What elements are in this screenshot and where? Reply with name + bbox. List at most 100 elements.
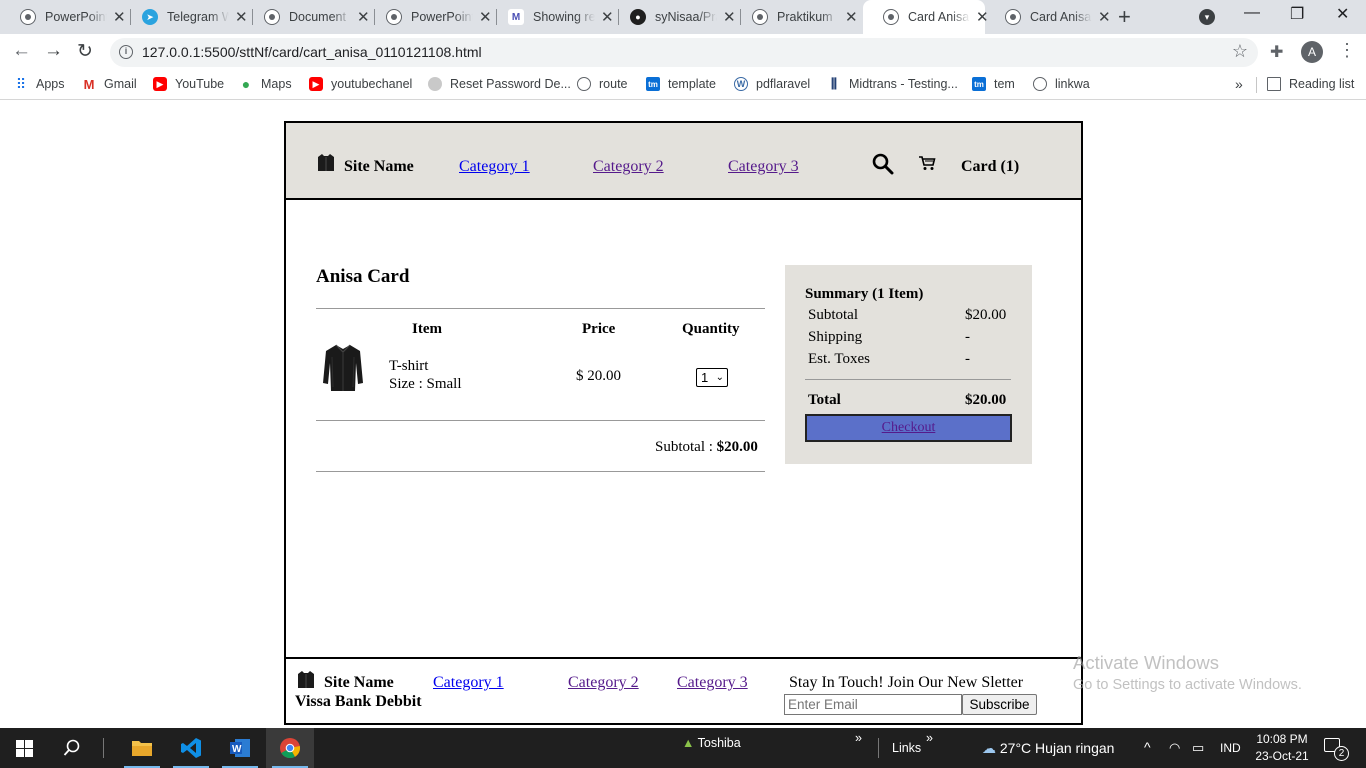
footer-site-name[interactable]: Site Name [324,674,394,692]
battery-icon[interactable]: ▭ [1192,740,1204,756]
bookmark-reset-password[interactable]: Reset Password De... [428,77,571,91]
globe-icon [264,9,280,25]
bookmark-midtrans[interactable]: ⫼ Midtrans - Testing... [827,76,958,91]
back-arrow-icon[interactable]: ← [12,40,31,62]
bookmark-maps[interactable]: ● Maps [239,76,292,92]
bookmark-route[interactable]: route [577,77,628,91]
browser-tab[interactable]: Document ✕ [244,0,374,34]
url-text[interactable]: 127.0.0.1:5500/sttNf/card/cart_anisa_011… [142,44,482,60]
cart-icon[interactable] [918,154,936,172]
show-hidden-icons-chevron[interactable]: ^ [1144,739,1151,755]
browser-tab[interactable]: PowerPoint ✕ [0,0,130,34]
tab-title: Telegram Web [167,10,229,24]
subtotal-label: Subtotal : [655,439,713,455]
chevron-up-icon[interactable]: » [855,731,862,745]
bookmark-star-icon[interactable]: ☆ [1232,41,1248,62]
subscribe-button[interactable]: Subscribe [962,694,1037,715]
summary-shipping-label: Shipping [808,329,863,345]
chevron-icon[interactable]: » [926,731,933,745]
windows-start-icon[interactable] [0,728,48,768]
tab-search-icon[interactable]: ▾ [1199,9,1215,25]
order-summary: Summary (1 Item) Subtotal $20.00 Shippin… [785,265,1032,464]
cart-subtotal: Subtotal : $20.00 [655,439,758,456]
browser-tab[interactable]: PowerPoint ✕ [366,0,496,34]
footer-category-1[interactable]: Category 1 [433,674,504,692]
shirt-logo-icon [298,671,314,688]
bookmark-template[interactable]: tm template [646,77,716,91]
close-icon[interactable]: ✕ [1098,10,1111,25]
gmail-icon: M [83,76,95,92]
notification-count-badge: 2 [1334,746,1349,761]
checkout-button[interactable]: Checkout [805,414,1012,442]
footer-category-2[interactable]: Category 2 [568,674,639,692]
more-menu-icon[interactable]: ⋮ [1338,40,1356,61]
word-icon[interactable]: W [216,728,264,768]
input-language[interactable]: IND [1220,741,1241,755]
browser-tab[interactable]: M Showing results ✕ [488,0,618,34]
cloud-rain-icon: ☁ [982,740,996,756]
subtotal-value: $20.00 [716,439,758,455]
forward-arrow-icon[interactable]: → [44,40,63,62]
maps-pin-icon: ● [241,76,251,92]
weather-widget[interactable]: ☁ 27°C Hujan ringan [982,740,1114,757]
nav-category-2[interactable]: Category 2 [593,158,664,176]
site-name[interactable]: Site Name [344,158,414,176]
checkout-link[interactable]: Checkout [882,420,936,435]
tab-title: Praktikum [777,10,833,24]
bookmarks-bar: ⠿ Apps M Gmail ▶ YouTube ● Maps ▶ youtubechan… [0,70,1366,100]
nav-category-3[interactable]: Category 3 [728,158,799,176]
bookmark-youtube[interactable]: ▶ YouTube [153,77,224,91]
bookmark-pdflaravel[interactable]: Wpdflaravel [734,77,810,91]
chrome-icon[interactable] [266,728,314,768]
browser-tab[interactable]: ➤ Telegram Web ✕ [122,0,252,34]
minimize-icon[interactable]: — [1244,4,1260,22]
tm-icon: tm [646,77,660,91]
divider [316,308,765,309]
toshiba-label[interactable]: ▲ Toshiba [682,736,741,750]
email-input[interactable]: Enter Email [784,694,962,715]
search-icon[interactable] [48,728,96,768]
reading-list[interactable]: Reading list [1267,77,1354,91]
chevron-down-icon: ⌄ [715,372,724,383]
search-icon[interactable] [872,153,894,175]
bookmark-youtubechanel[interactable]: ▶ youtubechanel [309,77,412,91]
file-explorer-icon[interactable] [118,728,166,768]
summary-taxes-value: - [965,351,970,367]
close-icon[interactable]: ✕ [845,10,858,25]
bookmark-linkwa[interactable]: linkwa [1033,77,1090,91]
links-toolbar[interactable]: Links [892,741,921,755]
new-tab-plus-icon[interactable]: + [1118,4,1131,30]
column-header-price: Price [582,321,616,337]
clock[interactable]: 10:08 PM 23-Oct-21 [1252,731,1312,765]
site-container: Site Name Category 1 Category 2 Category… [284,121,1083,725]
summary-subtotal-label: Subtotal [808,307,859,323]
browser-tab[interactable]: ● syNisaa/Praktikum ✕ [610,0,740,34]
summary-taxes-label: Est. Toxes [808,351,871,367]
footer-category-3[interactable]: Category 3 [677,674,748,692]
reload-icon[interactable]: ↻ [77,40,93,63]
vscode-icon[interactable] [167,728,215,768]
bookmark-gmail[interactable]: M Gmail [82,76,137,92]
browser-tab[interactable]: Praktikum ✕ [732,0,862,34]
browser-tab-active[interactable]: Card Anisa ✕ [863,0,989,34]
github-icon: ● [630,9,646,25]
window-close-icon[interactable]: ✕ [1336,4,1349,24]
more-bookmarks-chevron-icon[interactable]: » [1235,76,1243,92]
nav-category-1[interactable]: Category 1 [459,158,530,176]
telegram-icon: ➤ [142,9,158,25]
quantity-select[interactable]: 1 ⌄ [696,368,728,387]
bookmark-apps[interactable]: ⠿ Apps [14,76,65,92]
address-bar[interactable]: i 127.0.0.1:5500/sttNf/card/cart_anisa_0… [110,38,1258,67]
info-icon[interactable]: i [119,45,133,59]
restore-icon[interactable]: ❐ [1290,4,1304,24]
globe-icon [883,9,899,25]
browser-tab[interactable]: Card Anisa ✕ [985,0,1111,34]
profile-avatar[interactable]: A [1301,41,1323,63]
shirt-logo-icon [318,154,334,171]
divider [316,420,765,421]
cart-count-link[interactable]: Card (1) [961,158,1019,176]
column-header-item: Item [412,321,442,337]
wifi-icon[interactable]: ◠ [1169,740,1180,756]
bookmark-tem[interactable]: tm tem [972,77,1015,91]
extensions-puzzle-icon[interactable]: ✚ [1270,42,1283,62]
